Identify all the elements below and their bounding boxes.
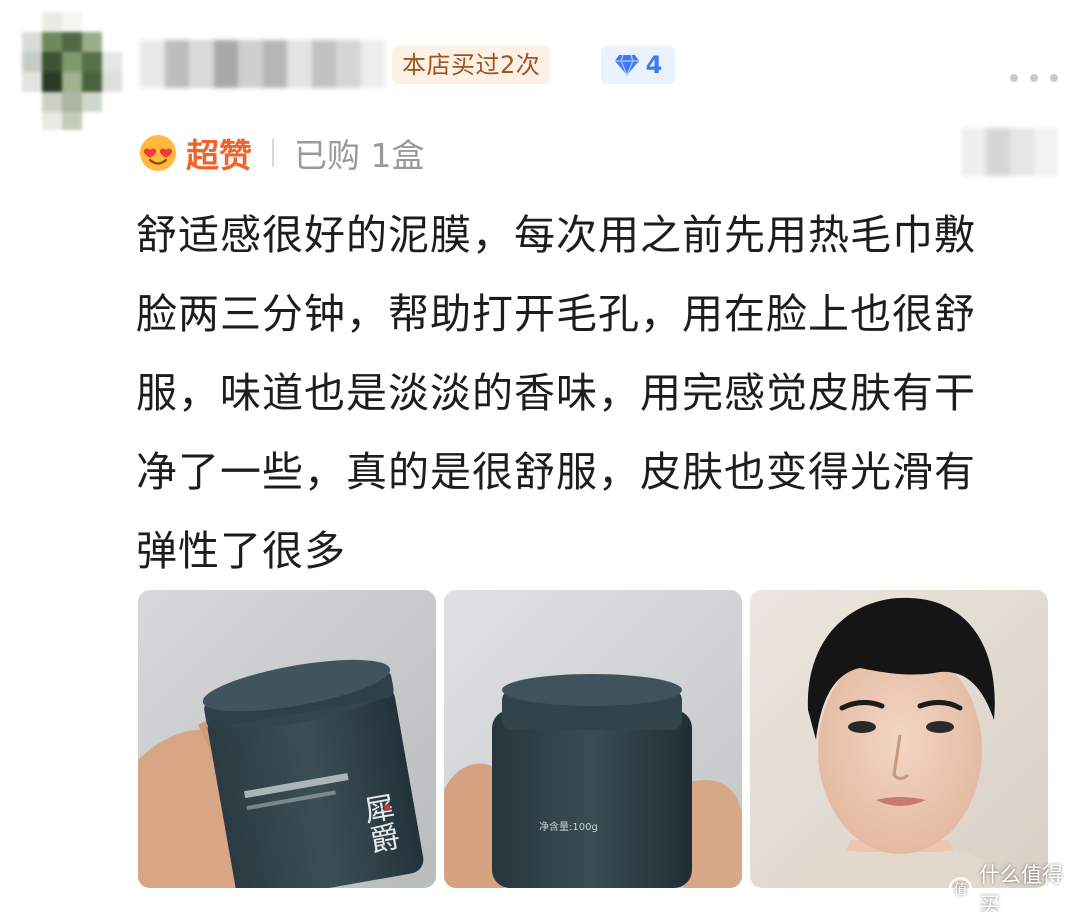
review-text: 舒适感很好的泥膜，每次用之前先用热毛巾敷 脸两三分钟，帮助打开毛孔，用在脸上也很… [136,196,1056,591]
heart-eyes-emoji-icon [140,135,176,171]
rating-label: 超赞 [186,136,252,175]
username-blurred[interactable] [140,40,385,88]
review-photo-1[interactable]: 犀爵 [138,590,436,888]
watermark-logo-icon: 值 [948,877,973,901]
divider [272,139,274,167]
avatar[interactable] [22,12,122,130]
review-line: 脸两三分钟，帮助打开毛孔，用在脸上也很舒 [136,290,976,338]
site-watermark: 值 什么值得买 [948,863,1080,912]
svg-text:值: 值 [954,882,967,898]
review-line: 服，味道也是淡淡的香味，用完感觉皮肤有干 [136,369,976,417]
more-dots-icon[interactable] [1010,72,1058,84]
diamond-icon [614,54,639,76]
member-level-badge: 4 [601,46,675,84]
watermark-text: 什么值得买 [979,863,1063,912]
blurred-date [962,128,1058,176]
purchase-info: 已购 1盒 [294,136,425,175]
review-line: 舒适感很好的泥膜，每次用之前先用热毛巾敷 [136,211,976,259]
member-level-count: 4 [645,51,663,79]
review-line: 弹性了很多 [136,527,346,575]
repeat-purchase-badge: 本店买过2次 [392,46,551,84]
review-line: 净了一些，真的是很舒服，皮肤也变得光滑有 [136,448,976,496]
rating-row: 超赞 已购 1盒 [138,128,425,178]
review-photo-3[interactable] [750,590,1048,888]
jar-weight-text: 净含量:100g [539,820,598,833]
review-photo-2[interactable]: 净含量:100g [444,590,742,888]
review-card: 本店买过2次 4 超赞 已购 1盒 舒适感很好的泥膜，每次用之前先用热毛巾敷 脸… [0,0,1080,912]
